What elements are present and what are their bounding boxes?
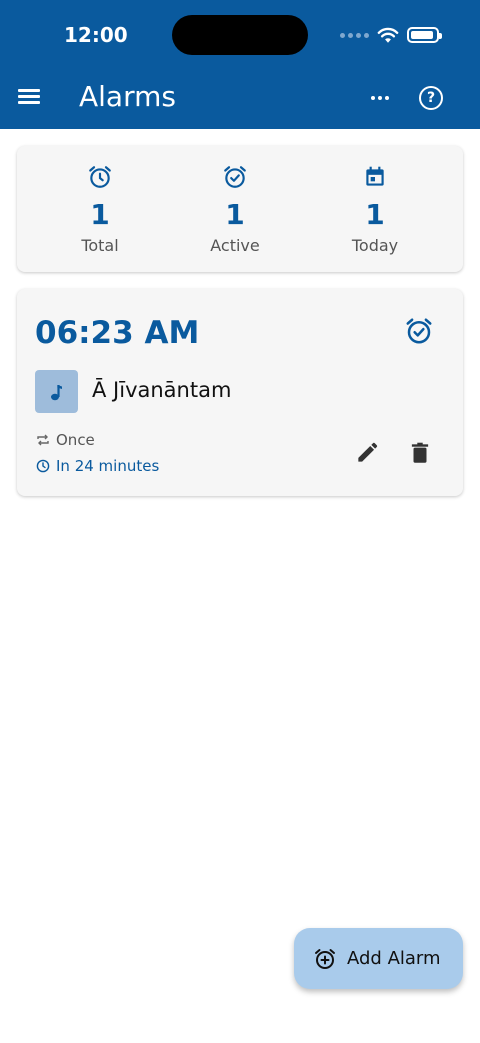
alarm-active-icon[interactable] [404, 316, 434, 346]
wifi-icon [377, 27, 399, 43]
alarm-time: 06:23 AM [35, 315, 200, 351]
stat-total-label: Total [81, 236, 119, 255]
due-label: In 24 minutes [56, 457, 160, 475]
cellular-signal-icon [340, 32, 369, 38]
music-note-icon [50, 384, 62, 400]
battery-icon [407, 27, 442, 43]
more-options-button[interactable] [366, 86, 394, 110]
menu-button[interactable] [18, 86, 44, 110]
add-alarm-icon [315, 948, 335, 969]
alarm-card[interactable]: 06:23 AM Ā Jīvanāntam Once In 24 minutes [17, 289, 463, 496]
help-button[interactable]: ? [419, 86, 443, 110]
app-header: 12:00 Alarms ? [0, 0, 480, 129]
stat-today-value: 1 [365, 198, 385, 231]
stat-total: 1 Total [30, 146, 170, 272]
calendar-icon [366, 166, 384, 186]
delete-icon[interactable] [407, 440, 433, 466]
repeat-info: Once [36, 431, 95, 449]
song-title: Ā Jīvanāntam [92, 378, 232, 402]
alarms-screen: 12:00 Alarms ? 1 Total 1 Active 1 Today … [0, 0, 480, 1043]
stats-card: 1 Total 1 Active 1 Today [17, 146, 463, 272]
stat-active-label: Active [210, 236, 260, 255]
add-alarm-button[interactable]: Add Alarm [294, 928, 463, 989]
page-title: Alarms [79, 80, 176, 113]
stat-active-value: 1 [225, 198, 245, 231]
repeat-icon [37, 434, 49, 446]
status-indicators [340, 24, 442, 46]
stat-today-label: Today [351, 236, 399, 255]
edit-icon[interactable] [354, 440, 380, 466]
alarm-check-icon [224, 166, 246, 188]
song-thumbnail [35, 370, 78, 413]
stat-total-value: 1 [90, 198, 110, 231]
clock-icon [36, 459, 50, 473]
add-alarm-label: Add Alarm [347, 948, 441, 969]
dynamic-island [172, 15, 308, 55]
due-info: In 24 minutes [36, 457, 159, 475]
stat-today: 1 Today [305, 146, 445, 272]
stat-active: 1 Active [165, 146, 305, 272]
alarm-clock-icon [89, 166, 111, 188]
repeat-label: Once [56, 431, 95, 449]
status-time: 12:00 [64, 23, 128, 47]
